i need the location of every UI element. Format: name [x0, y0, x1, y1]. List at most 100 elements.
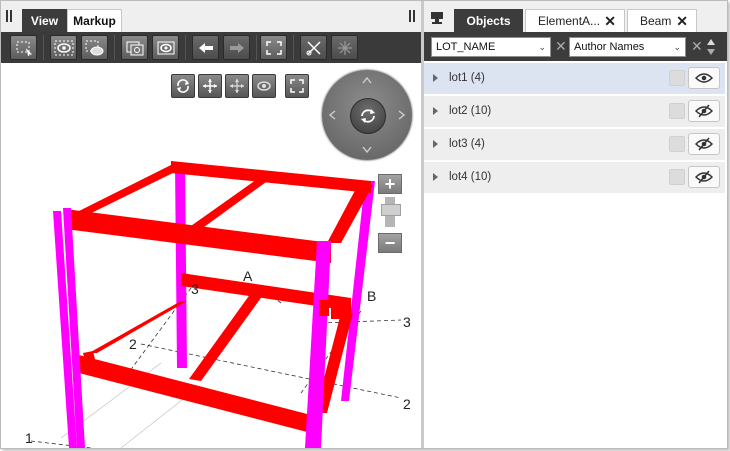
visibility-toggle[interactable]: [688, 67, 720, 89]
fit-view-icon: [265, 40, 282, 55]
property-select-value: LOT_NAME: [436, 41, 496, 53]
tab-beam-label: Beam: [640, 14, 672, 28]
tab-beam[interactable]: Beam ✕: [627, 9, 697, 32]
zoom-in-button[interactable]: +: [378, 174, 402, 194]
select-checkbox[interactable]: [669, 136, 685, 152]
select-checkbox[interactable]: [669, 70, 685, 86]
fit-view-button[interactable]: [260, 35, 287, 60]
group-by-select-value: Author Names: [574, 41, 645, 53]
visibility-toggle[interactable]: [688, 166, 720, 188]
hide-button[interactable]: [81, 35, 108, 60]
tab-view[interactable]: View: [22, 9, 67, 32]
clear-property-icon[interactable]: ✕: [555, 39, 567, 53]
pan-alt-button[interactable]: [225, 74, 249, 98]
app-window: View Markup A B 3 3 2 2 1 + − Objects El…: [0, 0, 728, 449]
grid-label-2-right: 2: [403, 396, 411, 412]
saved-views-button[interactable]: [152, 35, 179, 60]
3d-viewport[interactable]: A B 3 3 2 2 1 + −: [1, 63, 421, 448]
expand-icon[interactable]: [433, 140, 438, 148]
snapshot-icon: [126, 41, 143, 55]
tab-objects[interactable]: Objects: [454, 9, 523, 32]
objects-panel: Objects ElementA... ✕ Beam ✕ LOT_NAME ⌄ …: [424, 1, 727, 448]
eye-slash-icon: [695, 104, 713, 118]
expand-icon[interactable]: [433, 74, 438, 82]
eye-slash-icon: [695, 137, 713, 151]
orbit-icon: [177, 79, 189, 93]
eye-slash-icon: [695, 170, 713, 184]
redo-icon: [229, 42, 244, 53]
group-by-select[interactable]: Author Names ⌄: [569, 37, 686, 57]
fullscreen-button[interactable]: [285, 74, 309, 98]
nav-orbit-center[interactable]: [350, 98, 386, 134]
visibility-toggle[interactable]: [688, 133, 720, 155]
grid-label-1: 1: [25, 430, 33, 446]
list-item-label: lot3 (4): [449, 138, 485, 150]
clip-plane-button[interactable]: [300, 35, 327, 60]
clip-box-button[interactable]: [331, 35, 358, 60]
grid-label-3-right: 3: [403, 314, 411, 330]
chevron-down-icon: ⌄: [538, 42, 546, 52]
select-area-button[interactable]: [10, 35, 37, 60]
close-icon[interactable]: ✕: [676, 10, 688, 32]
pin-icon[interactable]: [430, 11, 446, 28]
close-icon[interactable]: ✕: [604, 10, 616, 32]
clip-box-icon: [337, 40, 352, 55]
expand-icon[interactable]: [433, 107, 438, 115]
nav-down-icon[interactable]: [362, 145, 372, 155]
select-checkbox[interactable]: [669, 169, 685, 185]
pan-button[interactable]: [198, 74, 222, 98]
list-item[interactable]: lot2 (10): [424, 96, 725, 129]
undo-icon: [198, 42, 213, 53]
list-item[interactable]: lot3 (4): [424, 129, 725, 162]
list-item[interactable]: lot4 (10): [424, 162, 725, 195]
rotate-icon: [361, 109, 375, 123]
visibility-toggle[interactable]: [688, 100, 720, 122]
property-select[interactable]: LOT_NAME ⌄: [431, 37, 551, 57]
list-item[interactable]: lot1 (4): [424, 63, 725, 96]
hide-icon: [85, 40, 103, 55]
viewer-toolbar: [1, 32, 421, 63]
nav-up-icon[interactable]: [362, 75, 372, 85]
isolate-button[interactable]: [50, 35, 77, 60]
saved-views-icon: [157, 41, 174, 54]
expand-icon[interactable]: [433, 173, 438, 181]
sort-icon[interactable]: [706, 37, 716, 60]
select-checkbox[interactable]: [669, 103, 685, 119]
clear-group-icon[interactable]: ✕: [691, 39, 703, 53]
pan-icon: [203, 79, 217, 93]
collapse-left-grip-icon[interactable]: [6, 10, 14, 22]
clip-plane-icon: [306, 40, 321, 55]
nav-left-icon[interactable]: [327, 110, 337, 120]
chevron-down-icon: ⌄: [673, 42, 681, 52]
grid-label-3-left: 3: [191, 281, 199, 297]
redo-button[interactable]: [223, 35, 250, 60]
collapse-right-grip-icon[interactable]: [409, 10, 417, 22]
tab-elementa[interactable]: ElementA... ✕: [525, 9, 625, 32]
nav-right-icon[interactable]: [397, 110, 407, 120]
viewer-tab-bar: View Markup: [1, 1, 421, 32]
eye-icon: [695, 73, 713, 83]
isolate-icon: [54, 40, 73, 55]
filter-bar: LOT_NAME ⌄ ✕ Author Names ⌄ ✕: [424, 32, 727, 61]
select-area-icon: [16, 41, 32, 56]
grid-label-a: A: [243, 268, 253, 284]
list-item-label: lot4 (10): [449, 171, 492, 183]
panel-tab-bar: Objects ElementA... ✕ Beam ✕: [424, 1, 727, 32]
orbit-button[interactable]: [171, 74, 195, 98]
viewer-panel: View Markup A B 3 3 2 2 1 + −: [1, 1, 421, 448]
look-around-button[interactable]: [252, 74, 276, 98]
undo-button[interactable]: [192, 35, 219, 60]
grid-label-b: B: [367, 288, 377, 304]
zoom-out-button[interactable]: −: [378, 233, 402, 253]
list-item-label: lot2 (10): [449, 105, 492, 117]
grid-label-2-left: 2: [129, 336, 137, 352]
zoom-slider-thumb[interactable]: [381, 204, 401, 216]
tab-elementa-label: ElementA...: [538, 14, 601, 28]
snapshot-button[interactable]: [121, 35, 148, 60]
tab-markup[interactable]: Markup: [67, 9, 122, 32]
look-around-icon: [257, 81, 271, 91]
navigation-wheel[interactable]: [322, 70, 412, 160]
pan-alt-icon: [230, 79, 244, 93]
fullscreen-icon: [290, 79, 304, 93]
list-item-label: lot1 (4): [449, 72, 485, 84]
